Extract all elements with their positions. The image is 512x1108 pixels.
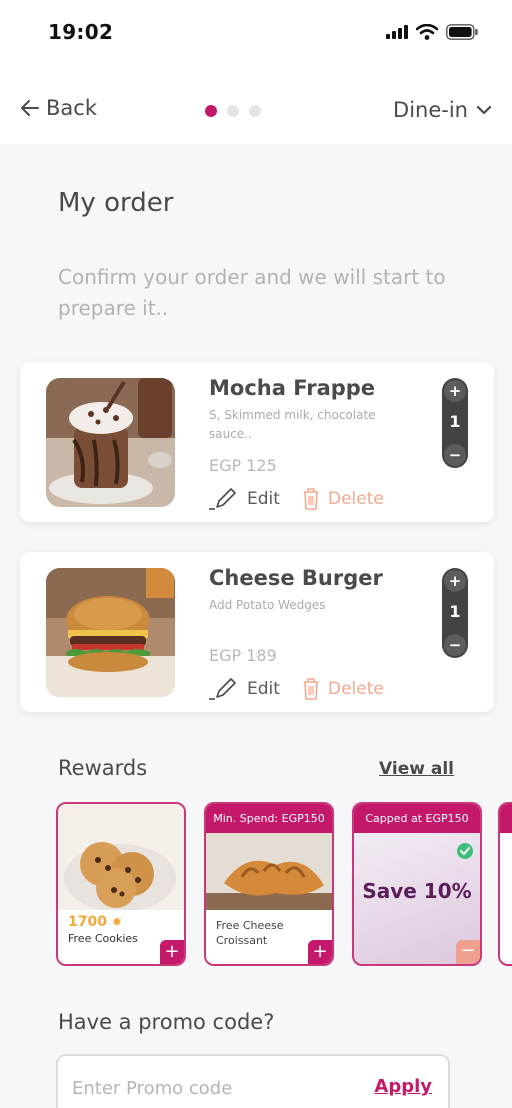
reward-card-croissant[interactable]: Min. Spend: EGP150 Free Cheese Croissant… xyxy=(204,802,334,966)
item-description: S, Skimmed milk, chocolate sauce.. xyxy=(209,408,376,441)
edit-button[interactable]: Edit xyxy=(209,677,280,701)
step-indicator xyxy=(205,105,261,117)
delete-label: Delete xyxy=(328,489,384,509)
step-dot-active xyxy=(205,105,217,117)
reward-banner: Min. Spend: EGP150 xyxy=(206,804,332,833)
increase-button[interactable]: + xyxy=(444,570,466,592)
edit-label: Edit xyxy=(247,679,280,699)
wifi-icon xyxy=(416,24,438,40)
quantity-stepper: + 1 − xyxy=(442,378,468,468)
back-button[interactable]: Back xyxy=(20,96,97,120)
page-title: My order xyxy=(58,188,174,218)
item-name: Cheese Burger xyxy=(209,566,383,590)
reward-card-discount[interactable]: Capped at EGP150 Save 10% − xyxy=(352,802,482,966)
reward-card-cookies[interactable]: 1700 ✹ Free Cookies + xyxy=(56,802,186,966)
delete-button[interactable]: Delete xyxy=(302,677,384,701)
status-time: 19:02 xyxy=(48,20,114,44)
trash-icon xyxy=(304,488,318,510)
promo-title: Have a promo code? xyxy=(58,1010,275,1034)
view-all-link[interactable]: View all xyxy=(379,759,454,779)
add-reward-button[interactable]: + xyxy=(308,940,332,964)
cookies-image xyxy=(58,804,184,914)
trash-icon xyxy=(304,678,318,700)
status-icons xyxy=(386,24,478,40)
step-dot xyxy=(227,105,239,117)
order-item-card: Cheese Burger Add Potato Wedges EGP 189 … xyxy=(20,552,494,712)
item-price: EGP 125 xyxy=(209,456,277,475)
rewards-title: Rewards xyxy=(58,756,148,780)
pencil-icon xyxy=(209,488,236,510)
page-subtitle: Confirm your order and we will start to … xyxy=(58,265,446,320)
reward-name: Free Cookies xyxy=(68,932,138,945)
discount-title: Save 10% xyxy=(362,879,472,903)
reward-banner xyxy=(500,804,512,833)
promo-code-input[interactable] xyxy=(72,1074,362,1102)
arrow-left-icon xyxy=(21,100,39,116)
chevron-down-icon xyxy=(476,105,492,115)
promo-box: Apply xyxy=(56,1054,450,1108)
delete-label: Delete xyxy=(328,679,384,699)
nav-bar: Back Dine-in xyxy=(0,70,512,144)
reward-name: Free Cheese Croissant xyxy=(216,919,284,947)
decrease-button[interactable]: − xyxy=(444,634,466,656)
reward-card-partial[interactable] xyxy=(498,802,512,966)
check-circle-icon xyxy=(457,843,473,859)
dine-mode-dropdown[interactable]: Dine-in xyxy=(393,98,492,122)
apply-button[interactable]: Apply xyxy=(374,1076,432,1097)
quantity-value: 1 xyxy=(449,602,461,621)
step-dot xyxy=(249,105,261,117)
dine-mode-label: Dine-in xyxy=(393,98,468,122)
back-label: Back xyxy=(46,96,97,120)
reward-banner: Capped at EGP150 xyxy=(354,804,480,833)
quantity-stepper: + 1 − xyxy=(442,568,468,658)
cheese-burger-image xyxy=(46,568,175,697)
pencil-icon xyxy=(209,678,236,700)
status-bar: 19:02 xyxy=(0,0,512,70)
edit-button[interactable]: Edit xyxy=(209,487,280,511)
reward-points: 1700 ✹ xyxy=(68,914,122,930)
item-price: EGP 189 xyxy=(209,646,277,665)
quantity-value: 1 xyxy=(449,412,461,431)
add-reward-button[interactable]: + xyxy=(160,940,184,964)
mocha-frappe-image xyxy=(46,378,175,507)
item-description: Add Potato Wedges xyxy=(209,598,326,612)
order-item-card: Mocha Frappe S, Skimmed milk, chocolate … xyxy=(20,362,494,522)
decrease-button[interactable]: − xyxy=(444,444,466,466)
star-icon: ✹ xyxy=(111,915,122,929)
remove-reward-button[interactable]: − xyxy=(456,940,480,964)
delete-button[interactable]: Delete xyxy=(302,487,384,511)
battery-icon xyxy=(446,24,478,40)
signal-icon xyxy=(386,25,408,39)
edit-label: Edit xyxy=(247,489,280,509)
increase-button[interactable]: + xyxy=(444,380,466,402)
croissant-image xyxy=(206,833,332,917)
item-name: Mocha Frappe xyxy=(209,376,376,400)
